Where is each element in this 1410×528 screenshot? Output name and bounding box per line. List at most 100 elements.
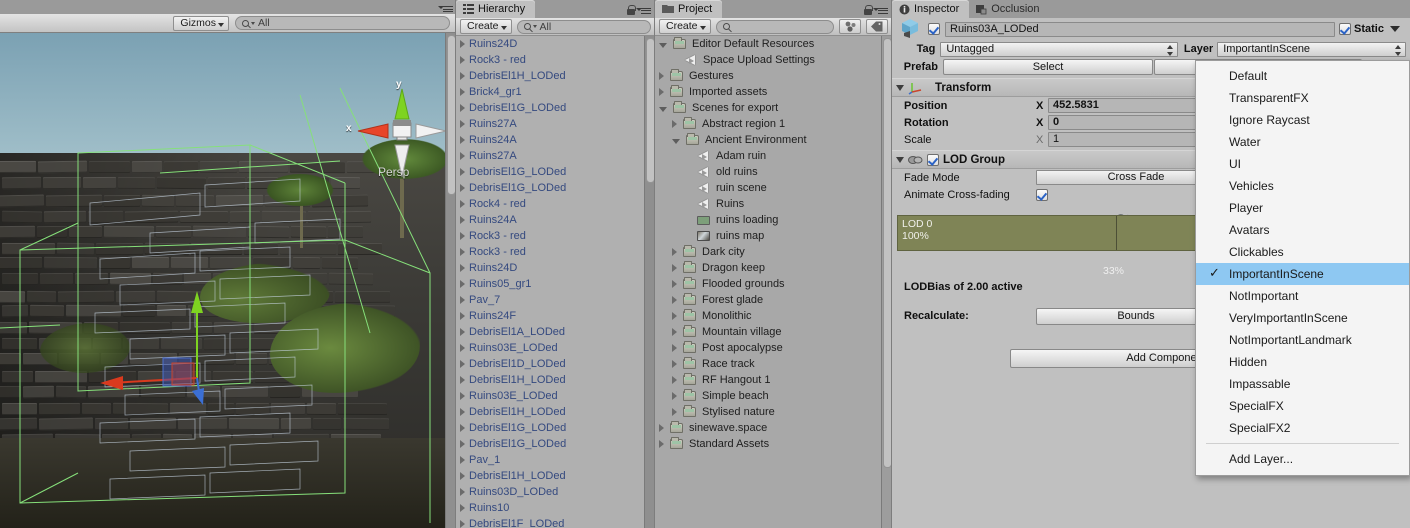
disclosure-triangle-icon[interactable] — [460, 424, 465, 432]
menu-item-layer[interactable]: Avatars — [1196, 219, 1409, 241]
project-item[interactable]: ruins map — [655, 228, 892, 244]
project-item[interactable]: Flooded grounds — [655, 276, 892, 292]
project-item[interactable]: Standard Assets — [655, 436, 892, 452]
hierarchy-item[interactable]: Rock3 - red — [456, 228, 655, 244]
scene-panel-menu[interactable] — [438, 4, 453, 13]
layer-dropdown[interactable]: ImportantInScene — [1217, 41, 1406, 57]
project-item[interactable]: Space Upload Settings — [655, 52, 892, 68]
project-item[interactable]: Dragon keep — [655, 260, 892, 276]
menu-item-layer[interactable]: Clickables — [1196, 241, 1409, 263]
hierarchy-item[interactable]: Pav_1 — [456, 452, 655, 468]
project-item[interactable]: Imported assets — [655, 84, 892, 100]
disclosure-triangle-icon[interactable] — [460, 152, 465, 160]
menu-item-layer[interactable]: Default — [1196, 65, 1409, 87]
panel-menu-icon[interactable] — [636, 6, 651, 15]
disclosure-triangle-icon[interactable] — [672, 120, 677, 128]
project-item[interactable]: Editor Default Resources — [655, 36, 892, 52]
disclosure-triangle-icon[interactable] — [460, 344, 465, 352]
disclosure-triangle-icon[interactable] — [672, 312, 677, 320]
hierarchy-item[interactable]: Ruins27A — [456, 148, 655, 164]
menu-item-layer[interactable]: Impassable — [1196, 373, 1409, 395]
hierarchy-item[interactable]: DebrisEl1G_LODed — [456, 436, 655, 452]
lod-threshold-divider[interactable] — [1116, 216, 1117, 250]
disclosure-triangle-icon[interactable] — [672, 392, 677, 400]
disclosure-triangle-icon[interactable] — [460, 88, 465, 96]
menu-item-layer[interactable]: TransparentFX — [1196, 87, 1409, 109]
lock-icon[interactable] — [627, 5, 636, 15]
disclosure-triangle-icon[interactable] — [672, 280, 677, 288]
menu-item-layer[interactable]: Player — [1196, 197, 1409, 219]
projection-mode-label[interactable]: Persp — [378, 165, 409, 179]
hierarchy-item[interactable]: Ruins03D_LODed — [456, 484, 655, 500]
lodgroup-enabled-checkbox[interactable] — [927, 153, 939, 166]
disclosure-triangle-icon[interactable] — [460, 72, 465, 80]
project-item[interactable]: Simple beach — [655, 388, 892, 404]
hierarchy-item[interactable]: Ruins27A — [456, 116, 655, 132]
hierarchy-list[interactable]: Ruins24D Rock3 - red DebrisEl1H_LODed Brick… — [456, 36, 655, 528]
hierarchy-item[interactable]: Ruins24D — [456, 260, 655, 276]
hierarchy-item[interactable]: DebrisEl1G_LODed — [456, 420, 655, 436]
filter-by-label-button[interactable] — [866, 19, 888, 34]
project-item[interactable]: ruin scene — [655, 180, 892, 196]
disclosure-triangle-icon[interactable] — [659, 424, 664, 432]
project-tree[interactable]: Editor Default Resources Space Upload Set… — [655, 36, 892, 528]
disclosure-triangle-icon[interactable] — [659, 42, 667, 48]
hierarchy-create-button[interactable]: Create — [460, 19, 512, 34]
hierarchy-item[interactable]: Rock3 - red — [456, 52, 655, 68]
hierarchy-item[interactable]: DebrisEl1A_LODed — [456, 324, 655, 340]
disclosure-triangle-icon[interactable] — [672, 296, 677, 304]
disclosure-triangle-icon[interactable] — [460, 248, 465, 256]
hierarchy-item[interactable]: Brick4_gr1 — [456, 84, 655, 100]
hierarchy-item[interactable]: DebrisEl1H_LODed — [456, 68, 655, 84]
disclosure-triangle-icon[interactable] — [460, 360, 465, 368]
disclosure-triangle-icon[interactable] — [672, 360, 677, 368]
project-item[interactable]: Scenes for export — [655, 100, 892, 116]
project-item[interactable]: Monolithic — [655, 308, 892, 324]
disclosure-triangle-icon[interactable] — [460, 40, 465, 48]
disclosure-triangle-icon[interactable] — [460, 216, 465, 224]
disclosure-triangle-icon[interactable] — [460, 104, 465, 112]
prefab-select-button[interactable]: Select — [943, 59, 1153, 75]
disclosure-triangle-icon[interactable] — [460, 264, 465, 272]
disclosure-triangle-icon[interactable] — [460, 472, 465, 480]
disclosure-triangle-icon[interactable] — [672, 248, 677, 256]
menu-item-layer[interactable]: NotImportant — [1196, 285, 1409, 307]
project-item[interactable]: Mountain village — [655, 324, 892, 340]
static-checkbox[interactable] — [1339, 23, 1352, 35]
hierarchy-search-input[interactable]: All — [516, 19, 651, 34]
menu-item-layer[interactable]: Hidden — [1196, 351, 1409, 373]
project-item[interactable]: ruins loading — [655, 212, 892, 228]
disclosure-triangle-icon[interactable] — [460, 168, 465, 176]
hierarchy-item[interactable]: Ruins24F — [456, 308, 655, 324]
scene-viewport[interactable]: y x Persp — [0, 33, 456, 528]
tab-inspector[interactable]: Inspector — [892, 0, 970, 18]
hierarchy-item[interactable]: Ruins05_gr1 — [456, 276, 655, 292]
disclosure-triangle-icon[interactable] — [460, 488, 465, 496]
project-item[interactable]: old ruins — [655, 164, 892, 180]
hierarchy-item[interactable]: DebrisEl1H_LODed — [456, 372, 655, 388]
hierarchy-item[interactable]: Rock3 - red — [456, 244, 655, 260]
hierarchy-item[interactable]: Ruins03E_LODed — [456, 388, 655, 404]
tag-dropdown[interactable]: Untagged — [940, 41, 1178, 57]
project-item[interactable]: Race track — [655, 356, 892, 372]
disclosure-triangle-icon[interactable] — [659, 440, 664, 448]
disclosure-triangle-icon[interactable] — [460, 312, 465, 320]
hierarchy-tab-icons[interactable] — [627, 5, 651, 15]
disclosure-triangle-icon[interactable] — [460, 120, 465, 128]
disclosure-triangle-icon[interactable] — [460, 520, 465, 528]
object-name-input[interactable]: Ruins03A_LODed — [945, 21, 1336, 37]
disclosure-triangle-icon[interactable] — [659, 106, 667, 112]
hierarchy-item[interactable]: Ruins10 — [456, 500, 655, 516]
tab-occlusion[interactable]: Occlusion — [969, 0, 1049, 18]
menu-item-add-layer[interactable]: Add Layer... — [1196, 448, 1409, 470]
disclosure-triangle-icon[interactable] — [460, 280, 465, 288]
disclosure-triangle-icon[interactable] — [460, 136, 465, 144]
project-item[interactable]: Forest glade — [655, 292, 892, 308]
project-search-input[interactable] — [715, 19, 834, 34]
gizmos-dropdown[interactable]: Gizmos — [173, 15, 229, 31]
animate-crossfade-checkbox[interactable] — [1036, 188, 1048, 201]
disclosure-triangle-icon[interactable] — [460, 440, 465, 448]
disclosure-triangle-icon[interactable] — [672, 408, 677, 416]
disclosure-triangle-icon[interactable] — [672, 138, 680, 144]
menu-item-layer[interactable]: ImportantInScene — [1196, 263, 1409, 285]
